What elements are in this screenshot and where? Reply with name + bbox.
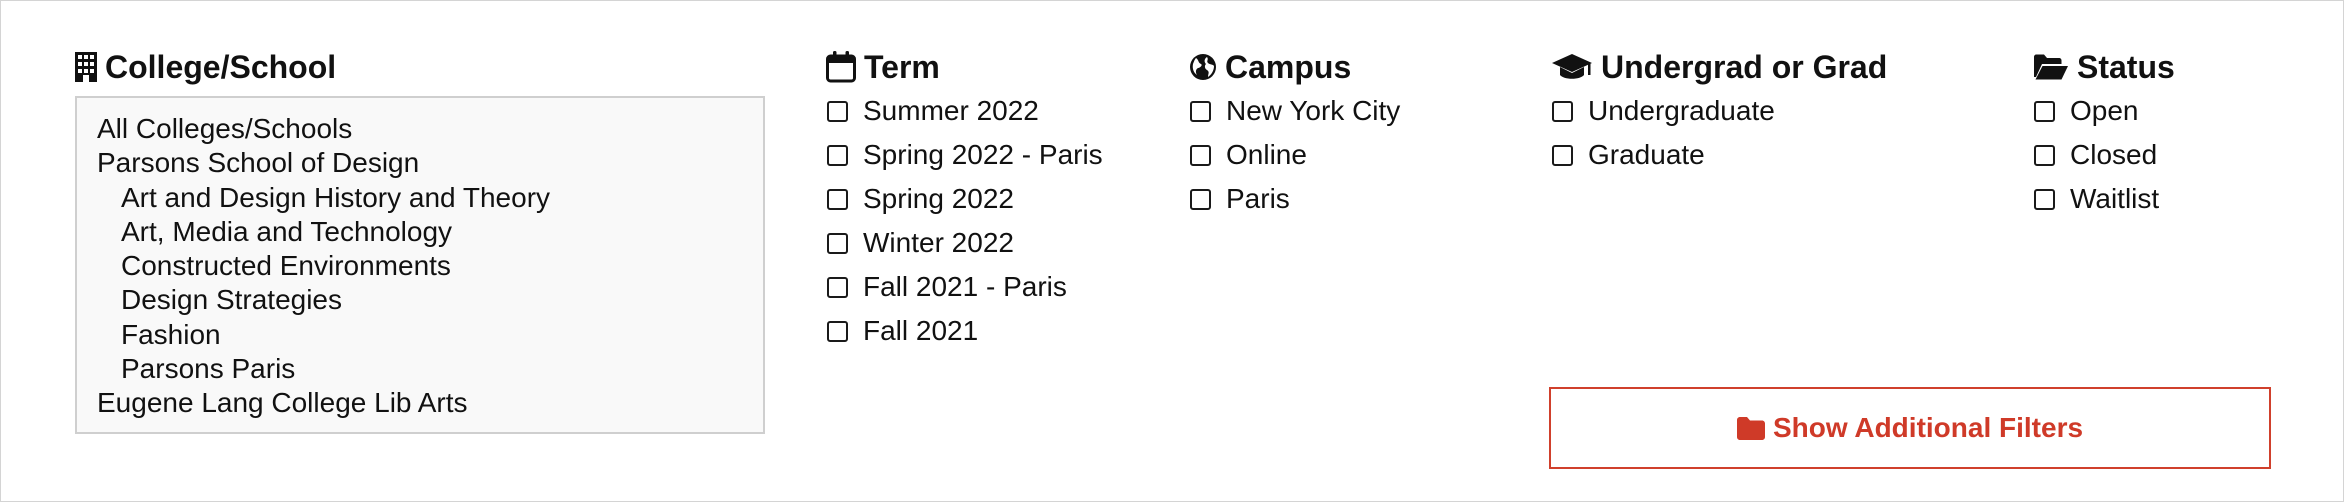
calendar-icon bbox=[826, 51, 856, 83]
term-option[interactable]: Summer 2022 bbox=[826, 89, 1156, 133]
campus-option-label: New York City bbox=[1226, 95, 1401, 126]
level-title: Undergrad or Grad bbox=[1601, 48, 1888, 85]
level-options: Undergraduate Graduate bbox=[1551, 89, 2011, 177]
status-heading: Status bbox=[2033, 45, 2313, 89]
campus-option-label: Paris bbox=[1226, 183, 1290, 214]
college-school-option[interactable]: Art, Media and Technology bbox=[97, 215, 763, 249]
building-icon bbox=[75, 52, 97, 82]
college-school-heading: College/School bbox=[75, 45, 769, 89]
college-school-option[interactable]: Art and Design History and Theory bbox=[97, 181, 763, 215]
level-option-label: Graduate bbox=[1588, 139, 1705, 170]
term-options: Summer 2022 Spring 2022 - Paris Spring 202… bbox=[826, 89, 1156, 353]
college-school-filter: College/School All Colleges/Schools Parso… bbox=[75, 45, 769, 434]
status-option-label: Closed bbox=[2070, 139, 2158, 170]
folder-open-icon bbox=[2033, 53, 2069, 81]
college-school-option[interactable]: Design Strategies bbox=[97, 283, 763, 317]
term-title: Term bbox=[864, 48, 940, 85]
term-option[interactable]: Spring 2022 bbox=[826, 177, 1156, 221]
checkbox[interactable] bbox=[1190, 100, 1211, 122]
checkbox[interactable] bbox=[2034, 188, 2055, 210]
term-option-label: Spring 2022 - Paris bbox=[863, 139, 1103, 170]
folder-icon bbox=[1736, 416, 1765, 440]
checkbox[interactable] bbox=[827, 100, 848, 122]
status-filter: Status Open Closed Waitlist bbox=[2033, 45, 2313, 221]
campus-options: New York City Online Paris bbox=[1189, 89, 1519, 221]
checkbox[interactable] bbox=[827, 144, 848, 166]
college-school-option[interactable]: Constructed Environments bbox=[97, 249, 763, 283]
status-option-label: Open bbox=[2070, 95, 2139, 126]
term-option[interactable]: Fall 2021 bbox=[826, 309, 1156, 353]
graduation-cap-icon bbox=[1551, 52, 1593, 82]
status-option[interactable]: Closed bbox=[2033, 133, 2313, 177]
term-filter: Term Summer 2022 Spring 2022 - Paris Sprin… bbox=[826, 45, 1156, 353]
campus-option-label: Online bbox=[1226, 139, 1307, 170]
show-additional-filters-button[interactable]: Show Additional Filters bbox=[1549, 387, 2271, 469]
checkbox[interactable] bbox=[827, 188, 848, 210]
college-school-option[interactable]: All Colleges/Schools bbox=[97, 112, 763, 146]
status-title: Status bbox=[2077, 48, 2175, 85]
college-school-listbox[interactable]: All Colleges/Schools Parsons School of De… bbox=[75, 96, 765, 434]
level-heading: Undergrad or Grad bbox=[1551, 45, 2011, 89]
checkbox[interactable] bbox=[827, 276, 848, 298]
college-school-option[interactable]: Fashion bbox=[97, 318, 763, 352]
checkbox[interactable] bbox=[2034, 144, 2055, 166]
checkbox[interactable] bbox=[2034, 100, 2055, 122]
term-option[interactable]: Spring 2022 - Paris bbox=[826, 133, 1156, 177]
college-school-option[interactable]: Parsons Paris bbox=[97, 352, 763, 386]
filters-panel: College/School All Colleges/Schools Parso… bbox=[0, 0, 2344, 502]
level-option[interactable]: Undergraduate bbox=[1551, 89, 2011, 133]
status-option[interactable]: Waitlist bbox=[2033, 177, 2313, 221]
campus-title: Campus bbox=[1225, 48, 1352, 85]
checkbox[interactable] bbox=[827, 320, 848, 342]
term-option-label: Winter 2022 bbox=[863, 227, 1014, 258]
college-school-option[interactable]: Parsons School of Design bbox=[97, 146, 763, 180]
checkbox[interactable] bbox=[1190, 188, 1211, 210]
checkbox[interactable] bbox=[1552, 100, 1573, 122]
campus-filter: Campus New York City Online Paris bbox=[1189, 45, 1519, 221]
status-options: Open Closed Waitlist bbox=[2033, 89, 2313, 221]
term-option[interactable]: Fall 2021 - Paris bbox=[826, 265, 1156, 309]
checkbox[interactable] bbox=[1552, 144, 1573, 166]
college-school-option[interactable]: Eugene Lang College Lib Arts bbox=[97, 386, 763, 420]
term-heading: Term bbox=[826, 45, 1156, 89]
level-option[interactable]: Graduate bbox=[1551, 133, 2011, 177]
status-option[interactable]: Open bbox=[2033, 89, 2313, 133]
term-option-label: Fall 2021 - Paris bbox=[863, 271, 1067, 302]
checkbox[interactable] bbox=[1190, 144, 1211, 166]
globe-icon bbox=[1189, 53, 1217, 81]
level-option-label: Undergraduate bbox=[1588, 95, 1775, 126]
checkbox[interactable] bbox=[827, 232, 848, 254]
term-option-label: Summer 2022 bbox=[863, 95, 1039, 126]
level-filter: Undergrad or Grad Undergraduate Graduate bbox=[1551, 45, 2011, 177]
status-option-label: Waitlist bbox=[2070, 183, 2160, 214]
college-school-title: College/School bbox=[105, 48, 337, 85]
campus-heading: Campus bbox=[1189, 45, 1519, 89]
term-option-label: Spring 2022 bbox=[863, 183, 1015, 214]
campus-option[interactable]: Paris bbox=[1189, 177, 1519, 221]
show-additional-filters-label: Show Additional Filters bbox=[1772, 412, 2084, 443]
term-option[interactable]: Winter 2022 bbox=[826, 221, 1156, 265]
campus-option[interactable]: Online bbox=[1189, 133, 1519, 177]
term-option-label: Fall 2021 bbox=[863, 315, 979, 346]
campus-option[interactable]: New York City bbox=[1189, 89, 1519, 133]
